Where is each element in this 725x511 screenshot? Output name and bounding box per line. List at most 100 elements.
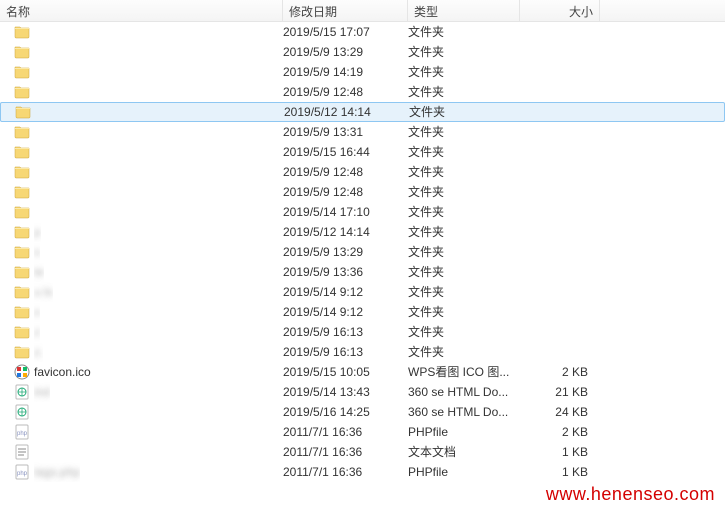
- file-row[interactable]: 2019/5/16 14:25360 se HTML Do...24 KB: [0, 402, 725, 422]
- file-type-cell: 文件夹: [408, 202, 520, 222]
- file-row[interactable]: 2019/5/9 13:31文件夹: [0, 122, 725, 142]
- file-name-cell: favicon.ico: [0, 362, 283, 382]
- file-name-cell: [1, 104, 284, 120]
- file-row[interactable]: 2019/5/12 14:14文件夹: [0, 102, 725, 122]
- file-type-cell: 文件夹: [408, 262, 520, 282]
- file-row[interactable]: z.2019/5/9 16:13文件夹: [0, 342, 725, 362]
- file-date-cell: 2019/5/14 9:12: [283, 302, 408, 322]
- file-row[interactable]: z2019/5/9 16:13文件夹: [0, 322, 725, 342]
- column-header-size[interactable]: 大小: [520, 0, 600, 21]
- file-type-cell: 文件夹: [408, 342, 520, 362]
- html-icon: [14, 404, 30, 420]
- file-row[interactable]: 2019/5/14 17:10文件夹: [0, 202, 725, 222]
- file-date-cell: 2019/5/16 14:25: [283, 402, 408, 422]
- file-name-cell: [0, 444, 283, 460]
- file-row[interactable]: 2019/5/9 14:19文件夹: [0, 62, 725, 82]
- file-name-cell: [0, 184, 283, 200]
- file-name-cell: [0, 164, 283, 180]
- file-name-cell: s: [0, 242, 283, 262]
- file-list: 2019/5/15 17:07文件夹2019/5/9 13:29文件夹2019/…: [0, 22, 725, 482]
- file-row[interactable]: 2019/5/9 12:48文件夹: [0, 182, 725, 202]
- file-type-cell: 文件夹: [408, 82, 520, 102]
- watermark-text: www.henenseo.com: [546, 484, 715, 505]
- file-row[interactable]: u ls 2019/5/14 9:12文件夹: [0, 282, 725, 302]
- file-row[interactable]: x2019/5/14 9:12文件夹: [0, 302, 725, 322]
- file-size-cell: 2 KB: [520, 362, 600, 382]
- svg-text:php: php: [17, 471, 28, 477]
- folder-icon: [14, 44, 30, 60]
- file-type-cell: 文件夹: [408, 22, 520, 42]
- file-type-cell: 360 se HTML Do...: [408, 382, 520, 402]
- file-type-cell: 文件夹: [408, 42, 520, 62]
- file-row[interactable]: 2011/7/1 16:36文本文档1 KB: [0, 442, 725, 462]
- file-type-cell: 文件夹: [408, 242, 520, 262]
- file-name-cell: [0, 124, 283, 140]
- file-size-cell: 1 KB: [520, 462, 600, 482]
- file-row[interactable]: php2011/7/1 16:36PHPfile2 KB: [0, 422, 725, 442]
- column-header-date[interactable]: 修改日期: [283, 0, 408, 21]
- php-icon: php: [14, 424, 30, 440]
- file-date-cell: 2019/5/15 16:44: [283, 142, 408, 162]
- file-type-cell: 文件夹: [408, 62, 520, 82]
- svg-text:php: php: [17, 431, 28, 437]
- file-date-cell: 2019/5/14 13:43: [283, 382, 408, 402]
- php-icon: php: [14, 464, 30, 480]
- file-name-cell: [0, 144, 283, 160]
- file-size-cell: 21 KB: [520, 382, 600, 402]
- folder-icon: [14, 24, 30, 40]
- file-name-cell: [0, 404, 283, 420]
- file-name-label: te: [34, 262, 44, 282]
- file-date-cell: 2019/5/9 12:48: [283, 182, 408, 202]
- column-header-name[interactable]: 名称: [0, 0, 283, 21]
- file-row[interactable]: 2019/5/15 17:07文件夹: [0, 22, 725, 42]
- file-type-cell: PHPfile: [408, 462, 520, 482]
- file-type-cell: 文件夹: [408, 282, 520, 302]
- folder-icon: [14, 64, 30, 80]
- file-date-cell: 2019/5/15 17:07: [283, 22, 408, 42]
- file-date-cell: 2019/5/9 16:13: [283, 322, 408, 342]
- file-date-cell: 2019/5/9 14:19: [283, 62, 408, 82]
- file-name-label: z: [34, 322, 40, 342]
- file-date-cell: 2019/5/12 14:14: [284, 103, 409, 121]
- file-row[interactable]: favicon.ico2019/5/15 10:05WPS看图 ICO 图...…: [0, 362, 725, 382]
- file-name-label: p: [34, 222, 41, 242]
- file-row[interactable]: 2019/5/15 16:44文件夹: [0, 142, 725, 162]
- folder-icon: [14, 184, 30, 200]
- file-row[interactable]: 2019/5/9 13:29文件夹: [0, 42, 725, 62]
- folder-icon: [14, 144, 30, 160]
- file-row[interactable]: ind2019/5/14 13:43360 se HTML Do...21 KB: [0, 382, 725, 402]
- file-date-cell: 2011/7/1 16:36: [283, 462, 408, 482]
- folder-icon: [14, 284, 30, 300]
- file-row[interactable]: te2019/5/9 13:36文件夹: [0, 262, 725, 282]
- file-name-cell: php tags.php: [0, 462, 283, 482]
- file-type-cell: 文件夹: [408, 302, 520, 322]
- file-date-cell: 2011/7/1 16:36: [283, 442, 408, 462]
- file-name-cell: u ls: [0, 282, 283, 302]
- file-row[interactable]: s2019/5/9 13:29文件夹: [0, 242, 725, 262]
- file-name-label: u ls: [34, 282, 53, 302]
- html-icon: [14, 384, 30, 400]
- file-date-cell: 2019/5/14 9:12: [283, 282, 408, 302]
- file-name-label: tags.php: [34, 462, 80, 482]
- column-header-row: 名称 修改日期 类型 大小: [0, 0, 725, 22]
- file-size-cell: 2 KB: [520, 422, 600, 442]
- folder-icon: [14, 344, 30, 360]
- folder-icon: [14, 304, 30, 320]
- file-date-cell: 2019/5/9 13:31: [283, 122, 408, 142]
- file-name-cell: [0, 204, 283, 220]
- file-name-cell: php: [0, 424, 283, 440]
- file-type-cell: 文件夹: [409, 103, 521, 121]
- file-row[interactable]: p2019/5/12 14:14文件夹: [0, 222, 725, 242]
- file-name-cell: [0, 44, 283, 60]
- file-type-cell: WPS看图 ICO 图...: [408, 362, 520, 382]
- file-row[interactable]: php tags.php 2011/7/1 16:36PHPfile1 KB: [0, 462, 725, 482]
- file-name-cell: te: [0, 262, 283, 282]
- file-type-cell: 文件夹: [408, 182, 520, 202]
- folder-icon: [14, 84, 30, 100]
- file-row[interactable]: 2019/5/9 12:48文件夹: [0, 82, 725, 102]
- folder-icon: [14, 164, 30, 180]
- file-name-cell: [0, 84, 283, 100]
- file-row[interactable]: 2019/5/9 12:48文件夹: [0, 162, 725, 182]
- column-header-type[interactable]: 类型: [408, 0, 520, 21]
- ico-icon: [14, 364, 30, 380]
